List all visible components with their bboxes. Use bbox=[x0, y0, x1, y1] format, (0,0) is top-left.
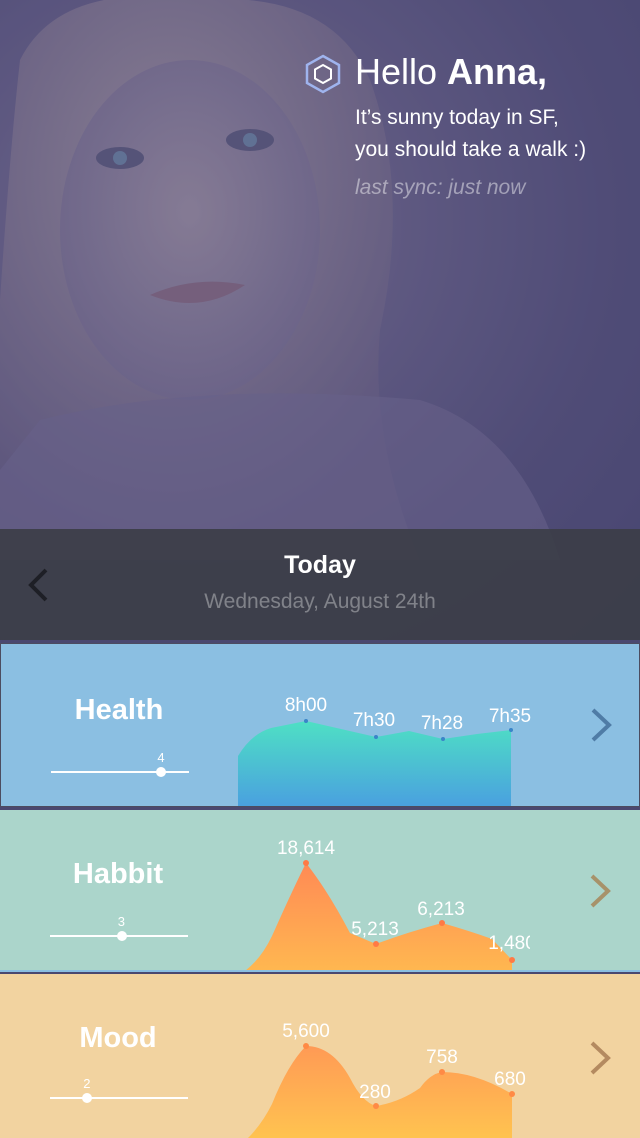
slider-knob[interactable] bbox=[116, 931, 127, 941]
habbit-card[interactable]: Habbit 3 18,614 5,213 6,213 1,480 bbox=[0, 810, 640, 972]
weather-message: It’s sunny today in SF, you should take … bbox=[355, 102, 635, 166]
health-chart: 8h00 7h30 7h28 7h35 bbox=[238, 695, 531, 806]
weather-line-2: you should take a walk :) bbox=[355, 138, 587, 161]
data-point bbox=[509, 1091, 515, 1097]
data-point bbox=[373, 1103, 379, 1109]
slider-knob[interactable] bbox=[156, 767, 167, 777]
data-point bbox=[304, 719, 308, 723]
slider-value: 2 bbox=[83, 1076, 91, 1091]
data-label: 18,614 bbox=[277, 838, 336, 859]
mood-chart: 5,600 280 758 680 bbox=[248, 1021, 526, 1138]
sync-status: last sync: just now bbox=[355, 176, 526, 199]
date-navigator: Today Wednesday, August 24th bbox=[0, 529, 640, 640]
data-point bbox=[509, 728, 513, 732]
data-label: 5,600 bbox=[282, 1021, 330, 1042]
health-slider[interactable]: 4 bbox=[51, 750, 189, 778]
data-point bbox=[439, 920, 445, 926]
habbit-slider[interactable]: 3 bbox=[50, 914, 188, 942]
data-label: 7h28 bbox=[421, 713, 463, 734]
data-label: 1,480 bbox=[488, 933, 530, 954]
card-title: Health bbox=[74, 694, 164, 726]
mood-card[interactable]: Mood 2 5,600 280 758 680 bbox=[0, 974, 640, 1138]
habbit-chart: 18,614 5,213 6,213 1,480 bbox=[246, 838, 530, 970]
hexagon-logo-icon[interactable] bbox=[303, 54, 343, 94]
weather-line-1: It’s sunny today in SF, bbox=[355, 106, 559, 129]
mood-slider[interactable]: 2 bbox=[50, 1076, 188, 1104]
data-point bbox=[303, 860, 309, 866]
date-subtitle: Wednesday, August 24th bbox=[204, 590, 436, 613]
data-label: 758 bbox=[426, 1047, 458, 1068]
card-title: Habbit bbox=[72, 858, 164, 890]
card-title: Mood bbox=[79, 1022, 157, 1054]
user-name: Anna, bbox=[447, 51, 548, 92]
greeting-title: Hello Anna, bbox=[355, 48, 547, 96]
chart-area bbox=[246, 863, 512, 970]
data-point bbox=[439, 1069, 445, 1075]
data-label: 280 bbox=[359, 1082, 391, 1103]
chevron-right-icon[interactable] bbox=[588, 1040, 614, 1076]
slider-knob[interactable] bbox=[82, 1093, 93, 1103]
data-point bbox=[373, 941, 379, 947]
health-card[interactable]: Health 4 8h00 7h30 7h28 7h35 bbox=[0, 643, 640, 807]
data-label: 7h35 bbox=[489, 706, 531, 727]
data-point bbox=[303, 1043, 309, 1049]
data-label: 680 bbox=[494, 1069, 526, 1090]
data-label: 8h00 bbox=[285, 695, 327, 716]
data-point bbox=[441, 737, 445, 741]
chevron-right-icon[interactable] bbox=[588, 873, 614, 909]
data-point bbox=[374, 735, 378, 739]
slider-value: 3 bbox=[117, 914, 125, 929]
data-label: 7h30 bbox=[353, 710, 395, 731]
data-label: 6,213 bbox=[417, 899, 465, 920]
date-title: Today bbox=[284, 551, 356, 579]
chart-area bbox=[238, 721, 511, 806]
greeting-prefix: Hello bbox=[355, 51, 448, 92]
slider-value: 4 bbox=[157, 750, 165, 765]
data-label: 5,213 bbox=[351, 919, 399, 940]
data-point bbox=[509, 957, 515, 963]
chevron-right-icon[interactable] bbox=[589, 707, 615, 743]
slider-track bbox=[51, 771, 189, 773]
slider-track bbox=[50, 1097, 188, 1099]
